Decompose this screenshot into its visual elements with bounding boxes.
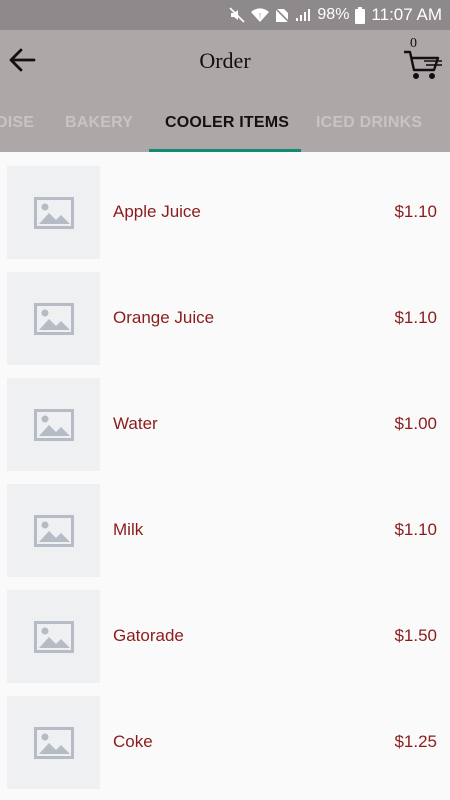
item-price: $1.10 [394, 308, 437, 327]
item-price: $1.10 [394, 202, 437, 221]
signal-icon [295, 8, 311, 22]
item-price: $1.50 [394, 626, 437, 645]
list-item[interactable]: Orange Juice $1.10 [0, 258, 450, 365]
item-name: Milk [113, 520, 144, 539]
product-thumbnail [7, 378, 100, 471]
product-thumbnail [7, 166, 100, 259]
tab-cooler-items[interactable]: COOLER ITEMS [165, 114, 289, 132]
battery-percent: 98% [317, 6, 350, 23]
cart-icon [404, 50, 442, 79]
tab-iced-drinks[interactable]: ICED DRINKS [316, 114, 422, 132]
wifi-icon: ! [251, 7, 270, 23]
status-bar: ! 98% 11:07 AM [0, 0, 450, 30]
item-name: Gatorade [113, 626, 184, 645]
item-price: $1.25 [394, 732, 437, 751]
list-item[interactable]: Coke $1.25 [0, 682, 450, 789]
app-bar: Order 0 [0, 30, 450, 92]
svg-text:!: ! [259, 13, 261, 20]
tab-bakery[interactable]: BAKERY [65, 114, 133, 132]
list-item[interactable]: Milk $1.10 [0, 470, 450, 577]
image-placeholder-icon [33, 408, 74, 441]
image-placeholder-icon [33, 726, 74, 759]
item-name: Water [113, 414, 158, 433]
cart-button[interactable]: 0 [402, 36, 444, 82]
product-thumbnail [7, 484, 100, 577]
clock: 11:07 AM [371, 5, 442, 24]
item-name: Apple Juice [113, 202, 201, 221]
image-placeholder-icon [33, 620, 74, 653]
category-tabs: DISE BAKERY COOLER ITEMS ICED DRINKS [0, 92, 450, 152]
item-name: Coke [113, 732, 153, 751]
battery-icon [355, 6, 366, 24]
item-price: $1.10 [394, 520, 437, 539]
page-title: Order [199, 48, 251, 73]
image-placeholder-icon [33, 514, 74, 547]
product-thumbnail [7, 272, 100, 365]
tab-merchandise[interactable]: DISE [0, 114, 34, 132]
no-sim-icon [275, 7, 290, 23]
image-placeholder-icon [33, 302, 74, 335]
product-thumbnail [7, 590, 100, 683]
mute-icon [229, 7, 245, 23]
list-item[interactable]: Gatorade $1.50 [0, 576, 450, 683]
image-placeholder-icon [33, 196, 74, 229]
product-thumbnail [7, 696, 100, 789]
item-price: $1.00 [394, 414, 437, 433]
item-name: Orange Juice [113, 308, 215, 327]
list-item[interactable]: Apple Juice $1.10 [0, 152, 450, 259]
list-item[interactable]: Water $1.00 [0, 364, 450, 471]
